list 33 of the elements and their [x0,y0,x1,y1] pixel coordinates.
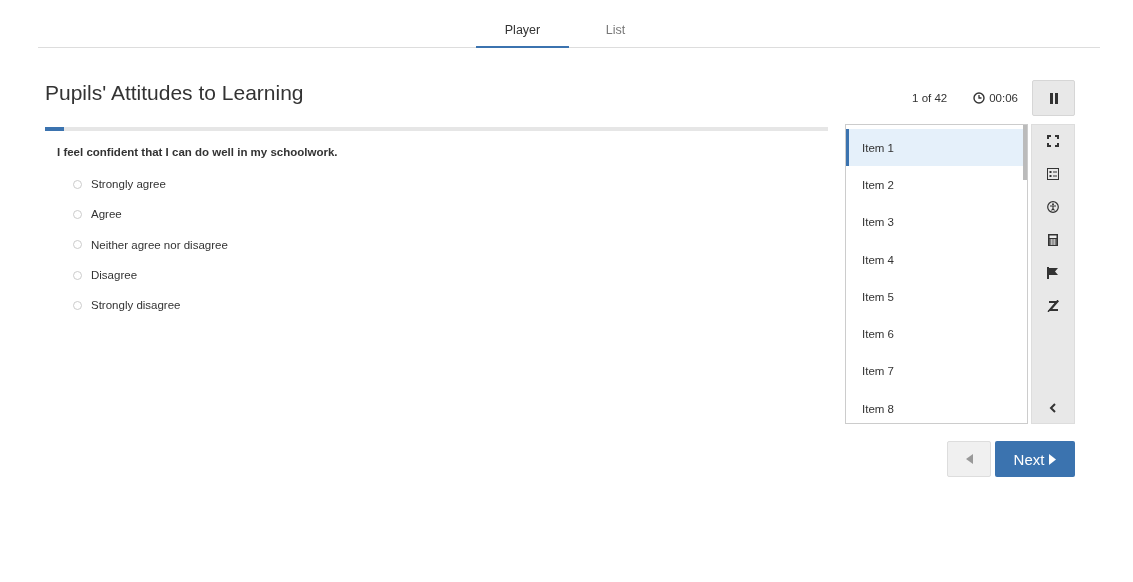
calculator-icon[interactable] [1047,234,1059,246]
option-label: Strongly disagree [91,299,181,312]
strikethrough-icon[interactable] [1047,300,1059,312]
pause-button[interactable] [1032,80,1075,116]
fullscreen-icon[interactable] [1047,135,1059,147]
accessibility-icon[interactable] [1047,201,1059,213]
item-counter: 1 of 42 [912,92,948,104]
item-list-entry[interactable]: Item 1 [846,129,1023,167]
pause-icon [1048,92,1059,104]
page-title: Pupils' Attitudes to Learning [45,80,305,106]
right-triangle-icon [1049,453,1057,465]
item-list-entry[interactable]: Item 4 [846,240,1023,279]
collapse-icon[interactable] [1049,403,1057,413]
left-triangle-icon [965,454,973,464]
scrollbar [1023,125,1027,180]
option-label: Agree [91,208,122,221]
timer-text: 00:06 [989,92,1018,104]
flag-icon[interactable] [1047,267,1059,279]
option-label: Neither agree nor disagree [91,238,228,251]
tab[interactable]: Player [476,17,569,48]
option-label: Strongly agree [91,178,166,191]
item-list-entry[interactable]: Item 8 [846,390,1023,423]
question-text: I feel confident that I can do well in my schoolwork. [56,146,339,158]
item-list-entry[interactable]: Item 5 [846,278,1023,316]
next-button[interactable]: Next [995,441,1075,477]
clock-icon [973,92,986,104]
list-icon[interactable] [1047,168,1059,180]
option-label: Disagree [91,269,138,282]
tab[interactable]: List [569,17,662,48]
item-list-entry[interactable]: Item 2 [846,166,1023,204]
item-list-entry[interactable]: Item 7 [846,352,1023,391]
item-list-entry[interactable]: Item 6 [846,315,1023,353]
item-list-entry[interactable]: Item 3 [846,203,1023,241]
